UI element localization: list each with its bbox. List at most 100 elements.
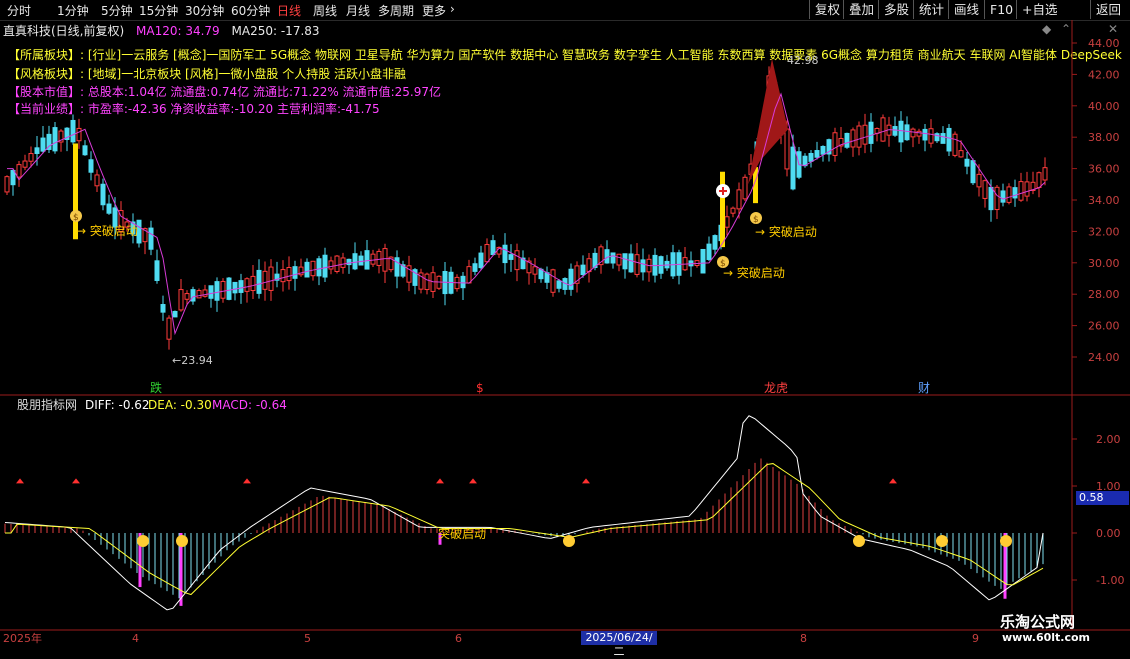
candle <box>346 258 352 266</box>
candle <box>436 275 442 289</box>
candle <box>1024 181 1030 197</box>
price-tick-label: 34.00 <box>1088 194 1120 207</box>
candle <box>808 152 814 162</box>
x-axis-label: 2025年 <box>3 631 42 645</box>
candle <box>1012 187 1018 199</box>
candle <box>730 207 736 214</box>
candle <box>340 257 346 268</box>
candle <box>1006 186 1012 203</box>
candle <box>766 75 772 128</box>
back-button[interactable]: 返回 <box>1090 0 1126 19</box>
candle <box>70 119 76 143</box>
candle <box>700 248 706 274</box>
tf-more[interactable]: 更多 <box>422 2 446 19</box>
add-watchlist-button[interactable]: +自选 <box>1016 0 1062 19</box>
candle <box>82 145 88 156</box>
candle <box>502 244 508 264</box>
candle <box>298 266 304 276</box>
candle <box>874 128 880 134</box>
breakout-label-3: → 突破启动 <box>755 224 817 239</box>
tf-15min[interactable]: 15分钟 <box>139 2 178 19</box>
candle <box>448 271 454 294</box>
overlay-button[interactable]: 叠加 <box>843 0 879 19</box>
low-price-label: ←23.94 <box>172 354 213 367</box>
tf-5min[interactable]: 5分钟 <box>101 2 133 19</box>
candle <box>142 228 148 243</box>
stats-button[interactable]: 统计 <box>913 0 949 19</box>
candle <box>568 268 574 290</box>
price-tick-label: 30.00 <box>1088 257 1120 270</box>
price-tick-label: 38.00 <box>1088 131 1120 144</box>
candle <box>406 265 412 283</box>
candle <box>976 173 982 188</box>
tf-30min[interactable]: 30分钟 <box>185 2 224 19</box>
candle <box>322 254 328 278</box>
ma250-value: MA250: -17.83 <box>231 24 320 38</box>
tag-dollar: $ <box>476 381 484 395</box>
candle <box>442 270 448 295</box>
candle <box>250 275 256 292</box>
price-tick-label: 24.00 <box>1088 351 1120 364</box>
candle <box>802 155 808 167</box>
tf-1min[interactable]: 1分钟 <box>57 2 89 19</box>
smiley-icon <box>936 535 948 547</box>
candle <box>16 164 22 178</box>
candle <box>382 248 388 272</box>
up-arrow-icon <box>469 478 477 484</box>
draw-line-button[interactable]: 画线 <box>948 0 984 19</box>
close-icon[interactable]: ✕ <box>1108 22 1118 36</box>
candle <box>640 259 646 273</box>
more-chevron-icon[interactable]: › <box>450 2 455 16</box>
ma120-value: MA120: 34.79 <box>136 24 220 38</box>
candle <box>280 269 286 283</box>
f10-button[interactable]: F10 <box>984 0 1018 19</box>
candle <box>694 260 700 266</box>
candle <box>598 246 604 266</box>
candle <box>244 278 250 292</box>
tf-multi[interactable]: 多周期 <box>378 2 414 19</box>
candle <box>118 210 124 232</box>
x-axis-label: 6 <box>455 632 462 645</box>
candle <box>508 254 514 260</box>
candle <box>868 121 874 144</box>
candle <box>856 125 862 148</box>
expand-chevron-icon[interactable]: ⌃ <box>1061 22 1071 36</box>
candle <box>628 253 634 273</box>
candle <box>652 254 658 276</box>
candle <box>94 174 100 187</box>
candle <box>928 128 934 144</box>
settings-gear-icon[interactable]: ◆ <box>1042 22 1051 36</box>
date-highlight: 2025/06/24/二 <box>581 631 657 658</box>
tf-fenshi[interactable]: 分时 <box>7 2 31 19</box>
candle <box>526 260 532 274</box>
candle <box>682 257 688 271</box>
candle <box>952 133 958 156</box>
fuquan-button[interactable]: 复权 <box>809 0 845 19</box>
candle <box>40 137 46 152</box>
candle <box>76 127 82 142</box>
candle <box>904 124 910 141</box>
svg-text:$: $ <box>720 259 726 269</box>
candle <box>52 127 58 152</box>
candle <box>1036 172 1042 189</box>
tf-monthly[interactable]: 月线 <box>346 2 370 19</box>
candle <box>532 266 538 275</box>
tf-weekly[interactable]: 周线 <box>313 2 337 19</box>
candle <box>964 158 970 167</box>
candle <box>520 257 526 270</box>
chart-title-line: 直真科技(日线,前复权) MA120: 34.79 MA250: -17.83 <box>3 22 320 39</box>
x-axis-label: 5 <box>304 632 311 645</box>
candle <box>838 137 844 147</box>
macd-lines <box>4 415 1044 611</box>
candle <box>622 253 628 270</box>
candle <box>712 235 718 250</box>
candle <box>1030 181 1036 191</box>
candle <box>10 169 16 186</box>
tf-60min[interactable]: 60分钟 <box>231 2 270 19</box>
candle <box>22 160 28 168</box>
timeframe-toolbar: 分时 1分钟 5分钟 15分钟 30分钟 60分钟 日线 周线 月线 多周期 更… <box>0 0 1130 21</box>
smiley-icon <box>137 535 149 547</box>
multi-stock-button[interactable]: 多股 <box>878 0 914 19</box>
candle <box>676 252 682 276</box>
tf-daily[interactable]: 日线 <box>277 2 301 19</box>
